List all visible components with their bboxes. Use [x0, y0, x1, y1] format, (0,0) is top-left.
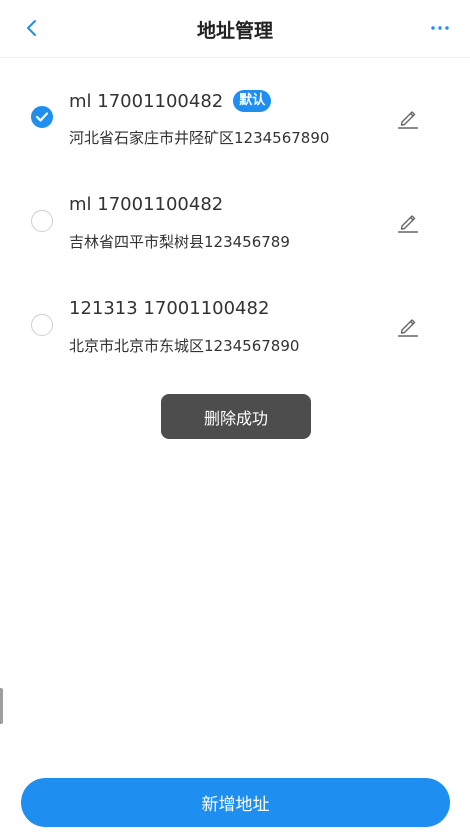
address-text: 北京市北京市东城区1234567890 [69, 337, 300, 355]
address-item[interactable]: ml 17001100482 吉林省四平市梨树县123456789 [0, 162, 470, 266]
pencil-icon [398, 215, 418, 233]
pencil-icon [398, 319, 418, 337]
pencil-icon [398, 111, 418, 129]
more-horizontal-icon [431, 26, 449, 30]
select-radio[interactable] [31, 314, 53, 336]
add-address-button[interactable]: 新增地址 [21, 778, 450, 827]
edit-button[interactable] [396, 106, 420, 130]
edit-button[interactable] [396, 210, 420, 234]
default-badge: 默认 [233, 90, 272, 112]
toast-message: 删除成功 [161, 394, 311, 439]
address-text: 河北省石家庄市井陉矿区1234567890 [69, 129, 330, 147]
app-header: 地址管理 [0, 0, 470, 58]
name-phone-row: ml 17001100482 [69, 194, 223, 215]
edit-button[interactable] [396, 314, 420, 338]
name-phone-row: ml 17001100482 默认 [69, 90, 272, 112]
address-item[interactable]: ml 17001100482 默认 河北省石家庄市井陉矿区1234567890 [0, 58, 470, 162]
name-phone: ml 17001100482 [69, 90, 224, 112]
name-phone: ml 17001100482 [69, 194, 224, 215]
more-button[interactable] [426, 14, 454, 42]
select-radio-checked[interactable] [31, 106, 53, 128]
name-phone-row: 121313 17001100482 [69, 298, 269, 319]
page-title: 地址管理 [196, 20, 273, 42]
name-phone: 121313 17001100482 [69, 298, 270, 319]
select-radio[interactable] [31, 210, 53, 232]
address-list: ml 17001100482 默认 河北省石家庄市井陉矿区1234567890 … [0, 58, 470, 370]
address-text: 吉林省四平市梨树县123456789 [69, 233, 290, 251]
side-drag-handle[interactable] [0, 688, 3, 724]
check-icon [35, 112, 49, 122]
address-item[interactable]: 121313 17001100482 北京市北京市东城区1234567890 [0, 266, 470, 370]
